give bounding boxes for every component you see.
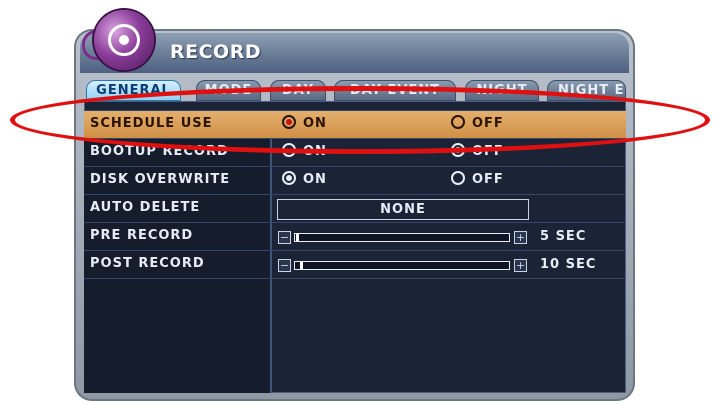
post-record-slider[interactable]: − + <box>278 259 528 272</box>
window-title: RECORD <box>170 41 262 63</box>
disk-overwrite-off-radio[interactable]: OFF <box>451 166 504 194</box>
plus-icon[interactable]: + <box>514 231 527 244</box>
disk-overwrite-on-radio[interactable]: ON <box>282 166 327 194</box>
row-separator <box>84 278 626 279</box>
disk-overwrite-on-label: ON <box>303 172 327 187</box>
minus-icon[interactable]: − <box>278 259 291 272</box>
disk-overwrite-label: DISK OVERWRITE <box>90 172 231 187</box>
slider-thumb[interactable] <box>300 262 303 269</box>
plus-icon[interactable]: + <box>514 259 527 272</box>
disk-overwrite-off-label: OFF <box>472 172 504 187</box>
radio-unselected-icon <box>451 171 465 185</box>
minus-icon[interactable]: − <box>278 231 291 244</box>
record-logo-dot <box>119 35 129 45</box>
slider-track[interactable] <box>294 233 510 242</box>
slider-thumb[interactable] <box>296 234 299 241</box>
post-record-value: 10 SEC <box>540 257 597 272</box>
title-bar <box>80 33 629 73</box>
pre-record-slider[interactable]: − + <box>278 231 528 244</box>
annotation-ellipse <box>10 86 710 154</box>
auto-delete-label: AUTO DELETE <box>90 200 201 215</box>
radio-selected-icon <box>282 171 296 185</box>
pre-record-label: PRE RECORD <box>90 228 194 243</box>
post-record-label: POST RECORD <box>90 256 205 271</box>
pre-record-value: 5 SEC <box>540 229 587 244</box>
slider-track[interactable] <box>294 261 510 270</box>
auto-delete-select[interactable]: NONE <box>277 199 529 220</box>
